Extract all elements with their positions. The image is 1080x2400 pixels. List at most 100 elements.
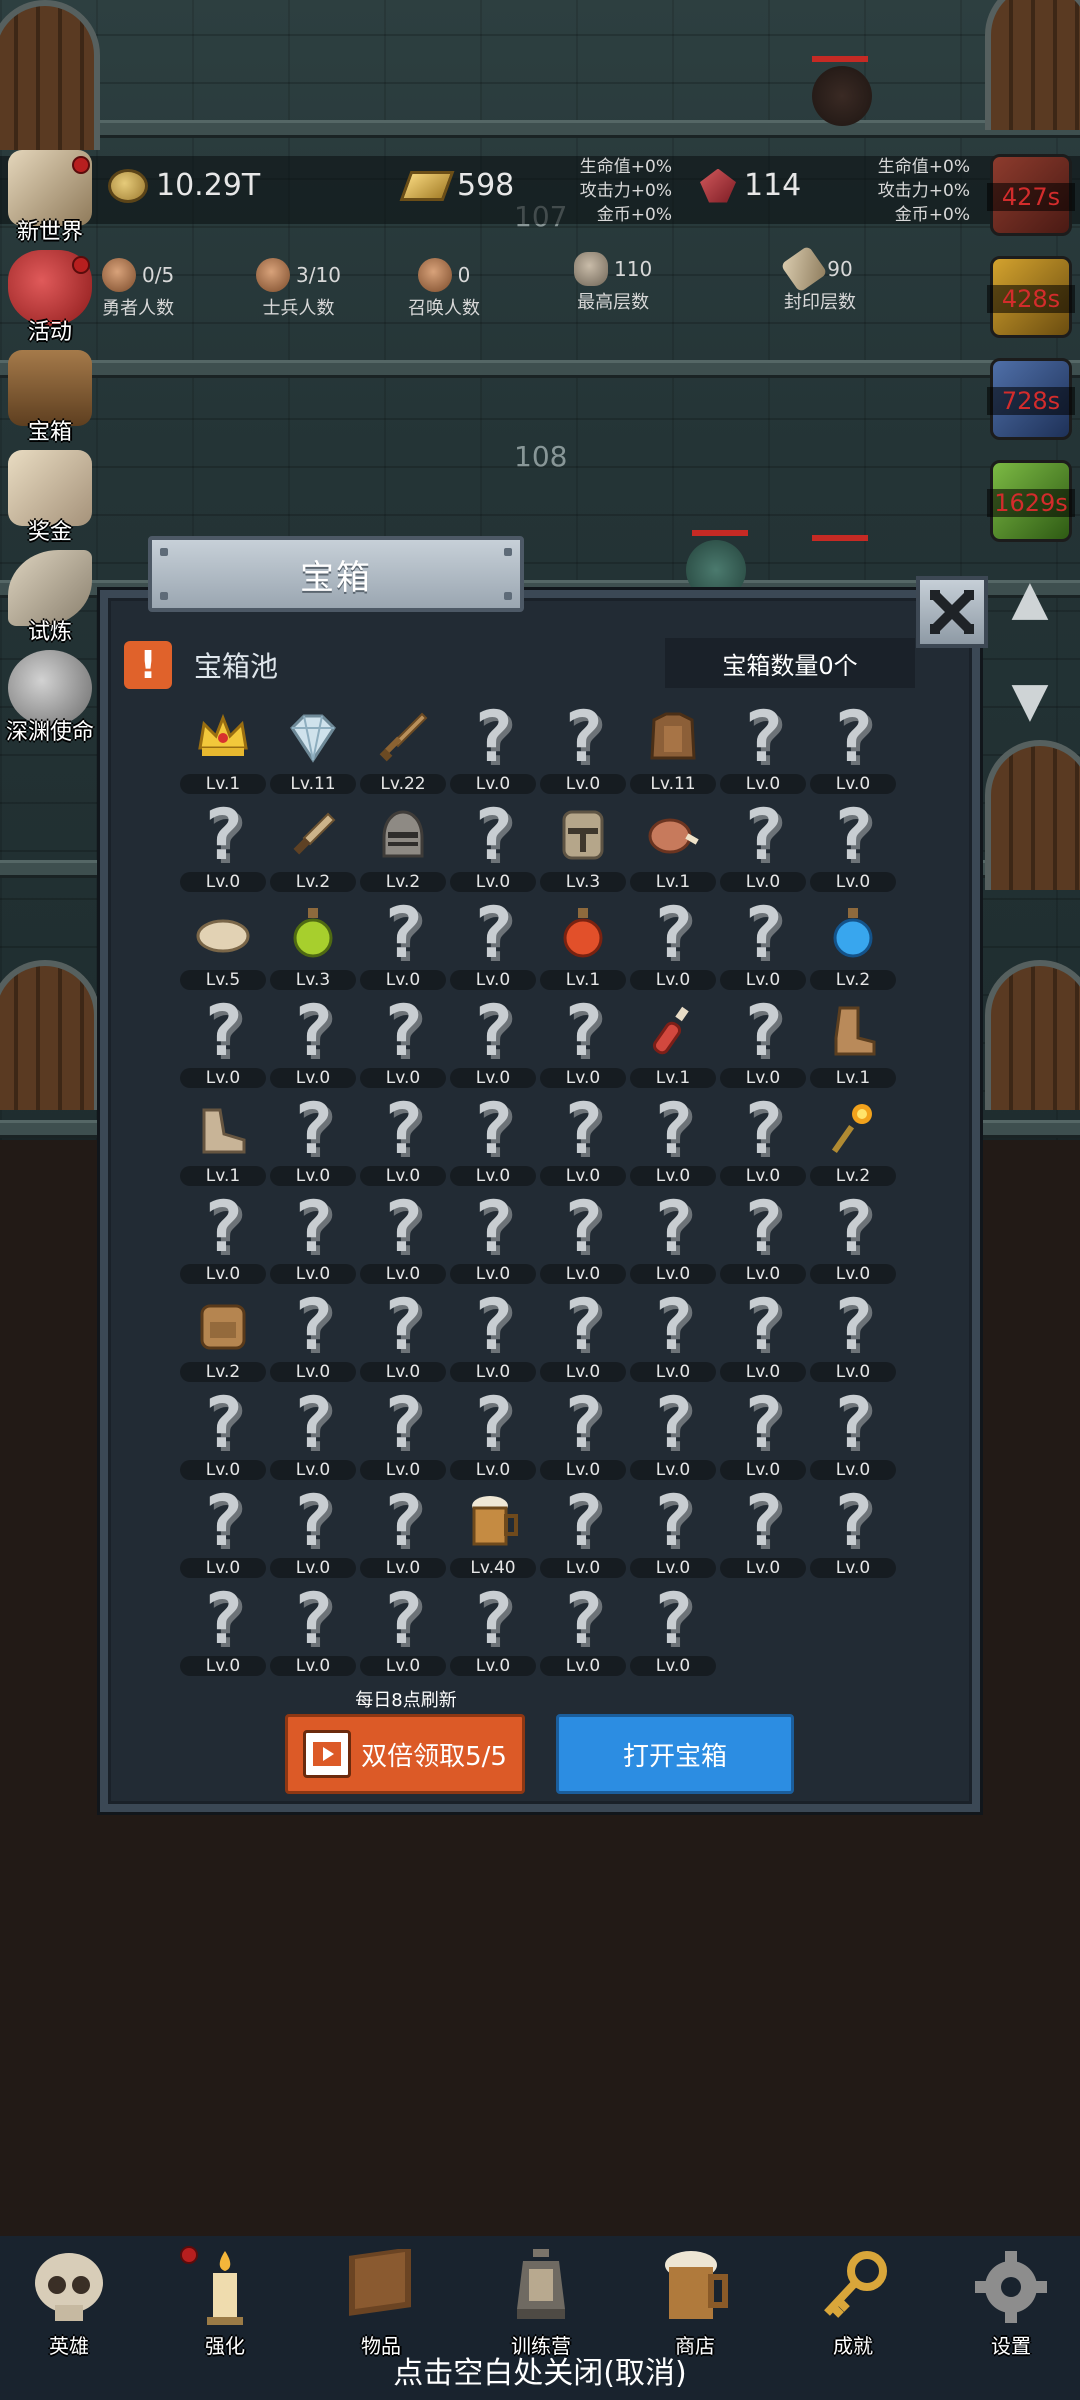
item-slot[interactable]: ? Lv.0 [178,1484,268,1582]
nav-settings[interactable]: 设置 [956,2244,1066,2364]
item-slot[interactable]: Lv.1 [628,798,718,896]
item-slot[interactable]: ? Lv.0 [358,1386,448,1484]
item-slot[interactable]: ? Lv.0 [358,1288,448,1386]
item-slot[interactable]: ? Lv.0 [448,994,538,1092]
item-slot[interactable]: ? Lv.0 [448,1092,538,1190]
item-slot[interactable]: ? Lv.0 [358,1582,448,1680]
item-slot[interactable]: ? Lv.0 [178,1582,268,1680]
item-slot[interactable]: ? Lv.0 [628,1582,718,1680]
item-slot[interactable]: ? Lv.0 [358,896,448,994]
item-slot[interactable]: ? Lv.0 [718,1288,808,1386]
item-slot[interactable]: ? Lv.0 [718,1190,808,1288]
item-slot[interactable]: ? Lv.0 [808,1386,898,1484]
item-slot[interactable]: ? Lv.0 [268,1288,358,1386]
item-slot[interactable]: ? Lv.0 [718,1092,808,1190]
item-slot[interactable]: ? Lv.0 [358,1190,448,1288]
item-slot[interactable]: ? Lv.0 [358,1484,448,1582]
item-slot[interactable]: Lv.1 [538,896,628,994]
item-slot[interactable]: ? Lv.0 [448,798,538,896]
double-claim-button[interactable]: 双倍领取5/5 [285,1714,525,1794]
item-slot[interactable]: ? Lv.0 [358,1092,448,1190]
menu-abyss-mission[interactable]: 深渊使命 [0,650,100,746]
menu-bonus[interactable]: 奖金 [0,450,100,546]
item-slot[interactable]: ? Lv.0 [628,896,718,994]
nav-shop[interactable]: 商店 [640,2244,750,2364]
item-slot[interactable]: ? Lv.0 [538,700,628,798]
item-slot[interactable]: Lv.1 [628,994,718,1092]
item-slot[interactable]: ? Lv.0 [448,700,538,798]
item-slot[interactable]: Lv.2 [268,798,358,896]
item-slot[interactable]: ? Lv.0 [808,1484,898,1582]
item-slot[interactable]: ? Lv.0 [268,1386,358,1484]
item-slot[interactable]: ? Lv.0 [178,1386,268,1484]
item-slot[interactable]: ? Lv.0 [628,1288,718,1386]
item-slot[interactable]: ? Lv.0 [448,1386,538,1484]
item-slot[interactable]: ? Lv.0 [448,1582,538,1680]
tap-blank-to-close-hint[interactable]: 点击空白处关闭(取消) [0,2348,1080,2392]
right-event-2[interactable]: 428s [987,256,1075,338]
item-slot[interactable]: ? Lv.0 [718,1386,808,1484]
item-slot[interactable]: ? Lv.0 [178,994,268,1092]
menu-chest[interactable]: 宝箱 [0,350,100,446]
item-slot[interactable]: ? Lv.0 [268,1582,358,1680]
item-slot[interactable]: Lv.22 [358,700,448,798]
spider-enemy[interactable] [812,66,872,126]
open-chest-button[interactable]: 打开宝箱 [556,1714,794,1794]
item-slot[interactable]: ? Lv.0 [628,1386,718,1484]
nav-training-camp[interactable]: 训练营 [486,2244,596,2364]
item-slot[interactable]: Lv.11 [628,700,718,798]
menu-trial[interactable]: 试炼 [0,550,100,646]
right-event-4[interactable]: 1629s [987,460,1075,542]
item-slot[interactable]: Lv.2 [808,896,898,994]
nav-achievements[interactable]: 成就 [798,2244,908,2364]
item-slot[interactable]: ? Lv.0 [538,1386,628,1484]
item-slot[interactable]: ? Lv.0 [628,1190,718,1288]
item-slot[interactable]: ? Lv.0 [628,1092,718,1190]
item-slot[interactable]: ? Lv.0 [718,1484,808,1582]
item-slot[interactable]: ? Lv.0 [538,1288,628,1386]
item-slot[interactable]: ? Lv.0 [268,1484,358,1582]
item-slot[interactable]: Lv.1 [178,1092,268,1190]
item-slot[interactable]: ? Lv.0 [268,994,358,1092]
close-button[interactable] [916,576,988,648]
scroll-down-arrow-icon[interactable]: ▼ [990,670,1070,730]
nav-heroes[interactable]: 英雄 [14,2244,124,2364]
item-slot[interactable]: Lv.5 [178,896,268,994]
item-slot[interactable]: ? Lv.0 [538,1582,628,1680]
item-slot[interactable]: ? Lv.0 [808,798,898,896]
item-slot[interactable]: ? Lv.0 [178,1190,268,1288]
item-slot[interactable]: Lv.2 [358,798,448,896]
item-slot[interactable]: ? Lv.0 [718,798,808,896]
item-slot[interactable]: Lv.11 [268,700,358,798]
item-slot[interactable]: ? Lv.0 [718,700,808,798]
item-slot[interactable]: ? Lv.0 [448,1288,538,1386]
item-slot[interactable]: ? Lv.0 [538,1484,628,1582]
item-slot[interactable]: ? Lv.0 [808,1190,898,1288]
right-event-1[interactable]: 427s [987,154,1075,236]
item-slot[interactable]: Lv.1 [808,994,898,1092]
item-slot[interactable]: ? Lv.0 [808,700,898,798]
item-slot[interactable]: Lv.1 [178,700,268,798]
item-slot[interactable]: ? Lv.0 [538,994,628,1092]
item-slot[interactable]: Lv.3 [538,798,628,896]
item-slot[interactable]: Lv.40 [448,1484,538,1582]
item-slot[interactable]: ? Lv.0 [538,1190,628,1288]
item-slot[interactable]: ? Lv.0 [448,896,538,994]
item-slot[interactable]: Lv.2 [808,1092,898,1190]
item-level: Lv.0 [450,872,536,892]
item-slot[interactable]: Lv.3 [268,896,358,994]
item-slot[interactable]: ? Lv.0 [718,896,808,994]
item-slot[interactable]: ? Lv.0 [178,798,268,896]
item-slot[interactable]: ? Lv.0 [358,994,448,1092]
item-slot[interactable]: Lv.2 [178,1288,268,1386]
nav-items[interactable]: 物品 [326,2244,436,2364]
item-slot[interactable]: ? Lv.0 [538,1092,628,1190]
right-event-3[interactable]: 728s [987,358,1075,440]
item-slot[interactable]: ? Lv.0 [718,994,808,1092]
item-slot[interactable]: ? Lv.0 [448,1190,538,1288]
item-slot[interactable]: ? Lv.0 [808,1288,898,1386]
item-slot[interactable]: ? Lv.0 [268,1092,358,1190]
item-slot[interactable]: ? Lv.0 [628,1484,718,1582]
scroll-up-arrow-icon[interactable]: ▲ [990,568,1070,628]
item-slot[interactable]: ? Lv.0 [268,1190,358,1288]
